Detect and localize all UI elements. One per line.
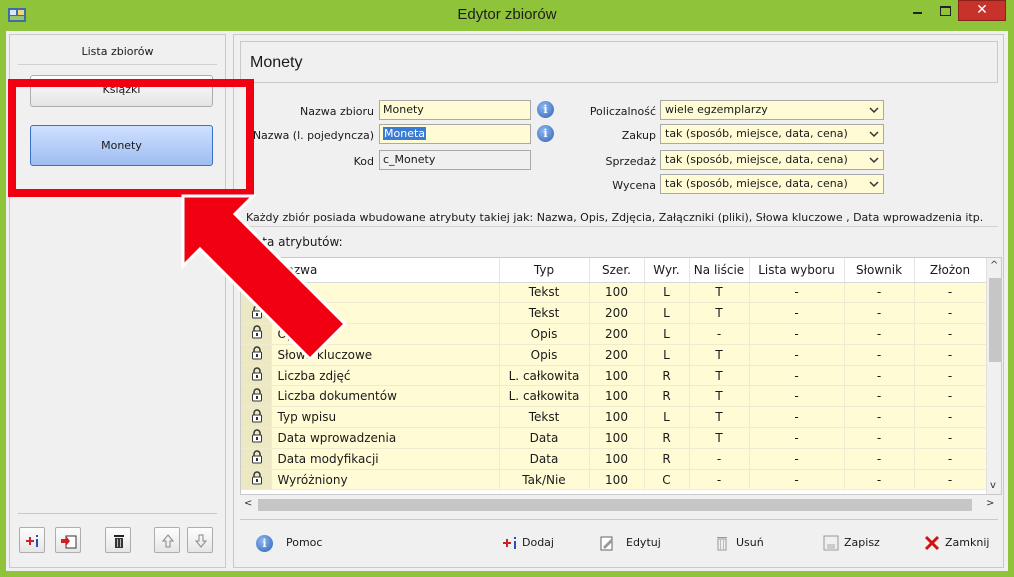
app-window: Edytor zbiorów ✕ Lista zbiorów Książki M…	[0, 0, 1014, 577]
pointer-arrow	[181, 194, 348, 362]
